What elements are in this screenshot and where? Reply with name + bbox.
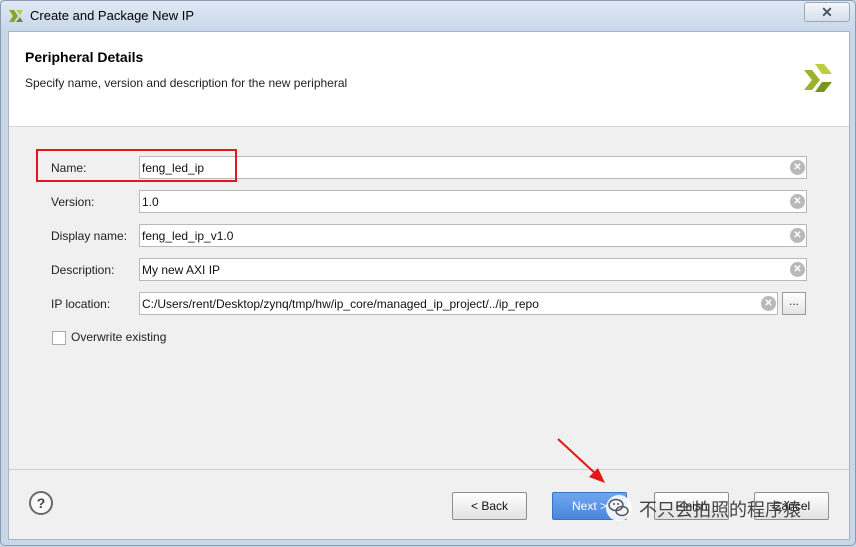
dialog-body: Peripheral Details Specify name, version…: [8, 31, 850, 540]
back-button[interactable]: < Back: [452, 492, 527, 520]
watermark: 不只会拍照的程序猿: [605, 494, 839, 522]
help-button[interactable]: ?: [29, 491, 53, 515]
version-label: Version:: [51, 195, 95, 209]
footer-divider: [9, 469, 849, 470]
clear-icon[interactable]: ✕: [761, 296, 776, 311]
browse-button[interactable]: ...: [782, 292, 806, 315]
description-input[interactable]: [142, 261, 782, 278]
ip-location-field[interactable]: ✕: [139, 292, 778, 315]
wizard-header: Peripheral Details Specify name, version…: [9, 32, 849, 127]
name-highlight-box: [36, 149, 237, 182]
page-subtitle: Specify name, version and description fo…: [25, 76, 348, 90]
wechat-logo-icon: [606, 495, 632, 521]
description-label: Description:: [51, 263, 115, 277]
clear-icon[interactable]: ✕: [790, 228, 805, 243]
ip-location-label: IP location:: [51, 297, 111, 311]
help-icon: ?: [36, 495, 46, 511]
version-input[interactable]: [142, 193, 782, 210]
display-name-field[interactable]: ✕: [139, 224, 807, 247]
display-name-input[interactable]: [142, 227, 782, 244]
ip-location-input[interactable]: [142, 295, 757, 312]
close-icon: ✕: [821, 4, 833, 20]
clear-icon[interactable]: ✕: [790, 160, 805, 175]
page-title: Peripheral Details: [25, 49, 144, 65]
xilinx-logo-icon: [804, 64, 832, 92]
title-bar: Create and Package New IP ✕: [1, 1, 855, 31]
watermark-text: 不只会拍照的程序猿: [639, 500, 801, 521]
display-name-label: Display name:: [51, 229, 128, 243]
name-field[interactable]: ✕: [139, 156, 807, 179]
close-button[interactable]: ✕: [804, 2, 850, 22]
clear-icon[interactable]: ✕: [790, 262, 805, 277]
window-title: Create and Package New IP: [30, 8, 195, 23]
dialog-window: Create and Package New IP ✕ Peripheral D…: [0, 0, 856, 546]
version-field[interactable]: ✕: [139, 190, 807, 213]
clear-icon[interactable]: ✕: [790, 194, 805, 209]
name-input[interactable]: [142, 159, 782, 176]
vivado-app-icon: [9, 10, 23, 22]
description-field[interactable]: ✕: [139, 258, 807, 281]
overwrite-checkbox[interactable]: [52, 331, 66, 345]
overwrite-label: Overwrite existing: [71, 330, 167, 344]
